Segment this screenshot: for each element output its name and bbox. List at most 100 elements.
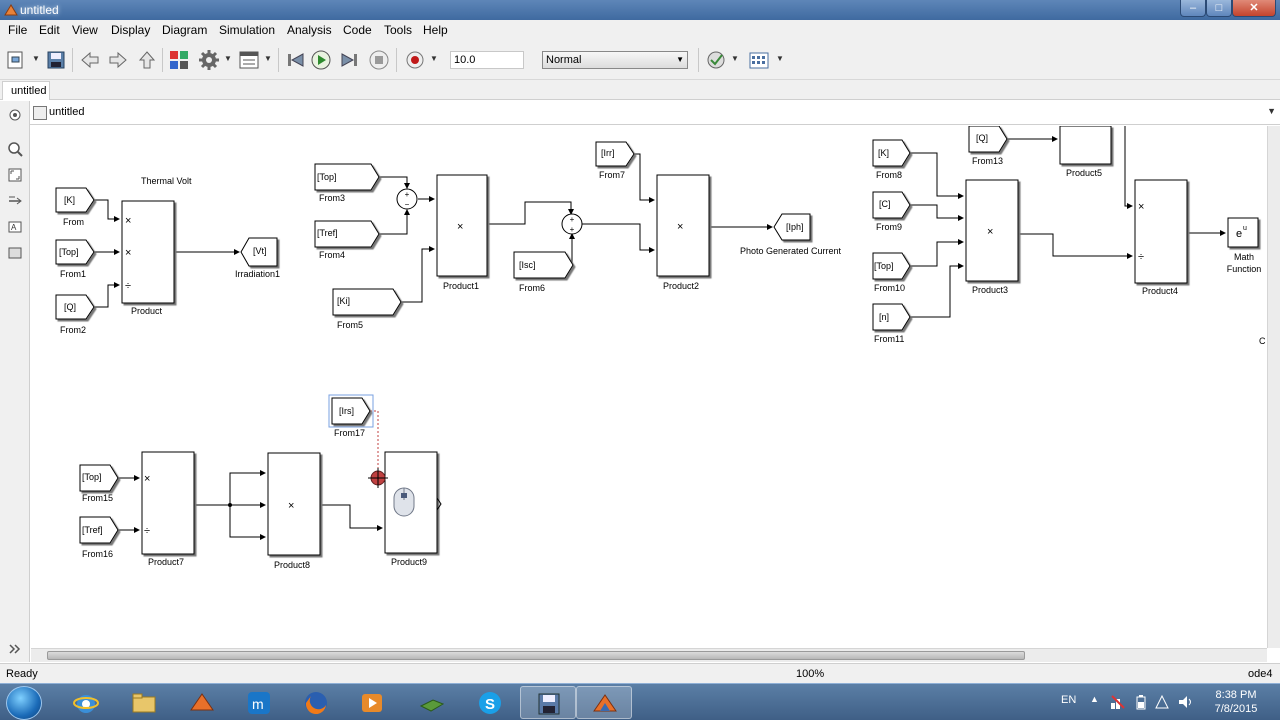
record-icon[interactable] [404,49,426,71]
taskbar-simulink[interactable] [576,686,632,719]
menu-simulation[interactable]: Simulation [219,23,275,37]
clock[interactable]: 8:38 PM 7/8/2015 [1208,688,1264,716]
simulink-window: untitled – □ ✕ File Edit View Display Di… [0,0,1280,720]
fit-view-icon[interactable] [7,167,23,183]
signal-line[interactable] [94,282,120,308]
breadcrumb[interactable]: untitled [49,106,84,118]
tray-expand-icon[interactable]: ▲ [1090,694,1099,704]
signal-line[interactable] [229,470,266,505]
math-function-block[interactable] [1227,217,1259,248]
chevron-down-icon[interactable]: ▼ [776,54,784,64]
taskbar-media[interactable] [344,686,400,719]
taskbar-save[interactable] [520,686,576,719]
signal-line[interactable] [320,504,383,531]
signal-line[interactable] [229,505,266,540]
step-forward-icon[interactable] [339,49,361,71]
chevron-down-icon[interactable]: ▼ [731,54,739,64]
taskbar-firefox[interactable] [288,686,344,719]
taskbar-skype[interactable]: S [462,686,518,719]
hide-explorer-icon[interactable] [7,107,23,123]
gear-icon[interactable] [198,49,220,71]
battery-icon[interactable] [1134,694,1148,710]
signal-line[interactable] [487,201,574,225]
chevron-down-icon[interactable]: ▼ [1267,106,1276,116]
chevron-down-icon[interactable]: ▼ [224,54,232,64]
menu-analysis[interactable]: Analysis [287,23,332,37]
taskbar-ie[interactable] [58,686,114,719]
run-icon[interactable] [310,49,332,71]
svg-text:×: × [677,221,683,233]
chevron-down-icon[interactable]: ▼ [264,54,272,64]
signal-line[interactable] [378,209,410,235]
taskbar-matlab[interactable] [174,686,230,719]
up-arrow-icon[interactable] [136,49,158,71]
model-advisor-icon[interactable] [705,49,727,71]
tab-untitled[interactable]: untitled [2,81,50,100]
firefox-icon [305,692,327,715]
expand-chevron-icon[interactable] [7,641,23,657]
signal-line[interactable] [400,246,435,303]
taskbar-maxthon[interactable]: m [231,686,287,719]
taskbar-books[interactable] [404,686,460,719]
menu-file[interactable]: File [8,23,27,37]
stop-time-input[interactable]: 10.0 [450,51,524,69]
language-indicator[interactable]: EN [1061,694,1076,706]
product7-block[interactable] [141,451,195,555]
stop-icon[interactable] [368,49,390,71]
network-icon[interactable] [1110,694,1126,710]
save-icon[interactable] [45,49,67,71]
back-arrow-icon[interactable] [79,49,101,71]
product4-block[interactable] [1134,179,1188,284]
volume-icon[interactable] [1177,694,1195,710]
horizontal-scrollbar[interactable] [31,648,1267,662]
arrow-icon[interactable] [7,193,23,209]
signal-line[interactable] [1018,233,1133,259]
forward-arrow-icon[interactable] [107,49,129,71]
new-model-icon[interactable] [6,49,28,71]
annotation-icon[interactable]: A [7,219,23,235]
menu-diagram[interactable]: Diagram [162,23,207,37]
signal-line[interactable] [910,263,964,318]
model-config-icon[interactable] [238,49,260,71]
simulation-mode-select[interactable]: Normal ▼ [542,51,688,69]
image-icon[interactable] [7,245,23,261]
chevron-down-icon[interactable]: ▼ [430,54,438,64]
svg-text:×: × [125,247,131,259]
vertical-scrollbar[interactable] [1267,126,1280,648]
pending-connection-line[interactable] [370,410,379,476]
zoom-icon[interactable] [7,141,23,157]
action-center-icon[interactable] [1154,694,1170,710]
annotation-right-edge: C [1259,336,1266,346]
start-button[interactable] [6,686,42,720]
menu-edit[interactable]: Edit [39,23,60,37]
chevron-down-icon[interactable]: ▼ [32,54,40,64]
clock-date: 7/8/2015 [1214,703,1258,715]
signal-line[interactable] [910,152,964,199]
menu-view[interactable]: View [72,23,98,37]
menu-code[interactable]: Code [343,23,372,37]
signal-line[interactable] [910,204,964,221]
signal-line[interactable] [378,176,410,189]
svg-text:+: + [570,215,575,224]
simulation-mode-value: Normal [546,54,582,66]
signal-line[interactable] [582,223,655,253]
grid-calendar-icon[interactable] [748,49,770,71]
scrollbar-thumb[interactable] [47,651,1025,660]
model-canvas[interactable]: + − + + × × ÷ × × × × ÷ × ÷ × e u [K] [T… [31,126,1267,648]
signal-line[interactable] [94,199,120,222]
signal-line[interactable] [1124,126,1133,209]
taskbar-explorer[interactable] [116,686,172,719]
signal-line[interactable] [910,239,964,267]
step-back-icon[interactable] [284,49,306,71]
tag-text: [Ki] [337,296,351,306]
library-browser-icon[interactable] [168,49,190,71]
close-button[interactable]: ✕ [1232,0,1276,17]
menu-help[interactable]: Help [423,23,448,37]
menu-tools[interactable]: Tools [384,23,412,37]
menu-display[interactable]: Display [111,23,150,37]
product5-block[interactable] [1059,126,1112,165]
minimize-button[interactable]: – [1180,0,1206,17]
status-bar: Ready 100% ode4 [0,663,1280,683]
maximize-button[interactable]: □ [1206,0,1232,17]
signal-line[interactable] [634,153,655,203]
